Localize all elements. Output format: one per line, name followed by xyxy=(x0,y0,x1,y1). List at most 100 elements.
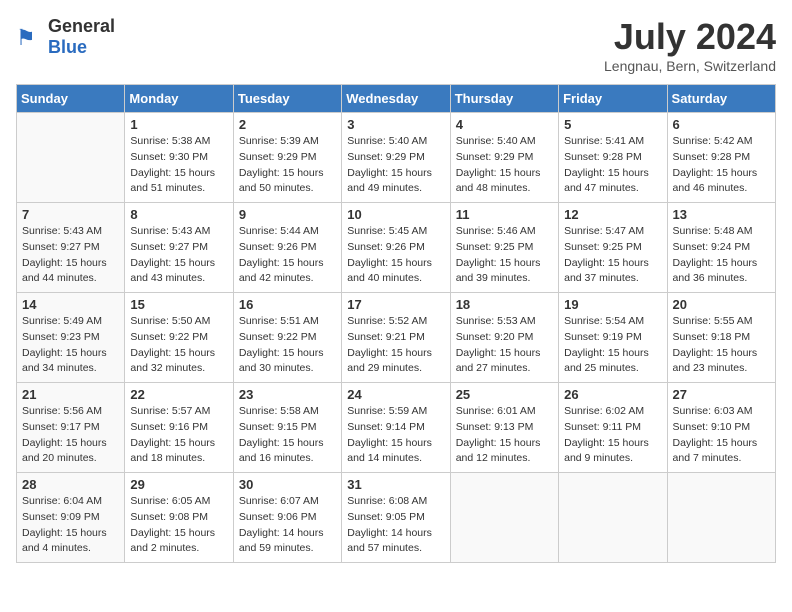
day-number: 1 xyxy=(130,117,227,132)
day-number: 12 xyxy=(564,207,661,222)
day-of-week-header: Tuesday xyxy=(233,85,341,113)
day-info: Sunrise: 5:48 AM Sunset: 9:24 PM Dayligh… xyxy=(673,224,770,287)
day-info: Sunrise: 5:49 AM Sunset: 9:23 PM Dayligh… xyxy=(22,314,119,377)
svg-text:⚑: ⚑ xyxy=(16,25,36,50)
day-info: Sunrise: 5:52 AM Sunset: 9:21 PM Dayligh… xyxy=(347,314,444,377)
day-number: 9 xyxy=(239,207,336,222)
day-number: 2 xyxy=(239,117,336,132)
day-number: 5 xyxy=(564,117,661,132)
day-info: Sunrise: 5:53 AM Sunset: 9:20 PM Dayligh… xyxy=(456,314,553,377)
day-of-week-header: Thursday xyxy=(450,85,558,113)
day-of-week-header: Wednesday xyxy=(342,85,450,113)
day-info: Sunrise: 6:08 AM Sunset: 9:05 PM Dayligh… xyxy=(347,494,444,557)
logo-icon: ⚑ xyxy=(16,23,44,51)
day-info: Sunrise: 5:56 AM Sunset: 9:17 PM Dayligh… xyxy=(22,404,119,467)
calendar-cell: 30 Sunrise: 6:07 AM Sunset: 9:06 PM Dayli… xyxy=(233,473,341,563)
calendar-cell: 10Sunrise: 5:45 AM Sunset: 9:26 PM Dayli… xyxy=(342,203,450,293)
calendar-week-row: 28 Sunrise: 6:04 AM Sunset: 9:09 PM Dayli… xyxy=(17,473,776,563)
calendar-cell: 27 Sunrise: 6:03 AM Sunset: 9:10 PM Dayli… xyxy=(667,383,775,473)
day-number: 15 xyxy=(130,297,227,312)
calendar-cell xyxy=(450,473,558,563)
day-info: Sunrise: 5:50 AM Sunset: 9:22 PM Dayligh… xyxy=(130,314,227,377)
calendar-cell: 12 Sunrise: 5:47 AM Sunset: 9:25 PM Dayli… xyxy=(559,203,667,293)
calendar-cell: 15 Sunrise: 5:50 AM Sunset: 9:22 PM Dayli… xyxy=(125,293,233,383)
day-number: 4 xyxy=(456,117,553,132)
day-number: 7 xyxy=(22,207,119,222)
calendar-cell: 17 Sunrise: 5:52 AM Sunset: 9:21 PM Dayli… xyxy=(342,293,450,383)
month-year-title: July 2024 xyxy=(604,16,776,58)
day-number: 31 xyxy=(347,477,444,492)
day-number: 18 xyxy=(456,297,553,312)
calendar-cell: 11 Sunrise: 5:46 AM Sunset: 9:25 PM Dayli… xyxy=(450,203,558,293)
calendar-cell: 4 Sunrise: 5:40 AM Sunset: 9:29 PM Daylig… xyxy=(450,113,558,203)
day-info: Sunrise: 5:40 AM Sunset: 9:29 PM Dayligh… xyxy=(347,134,444,197)
calendar-cell: 21 Sunrise: 5:56 AM Sunset: 9:17 PM Dayli… xyxy=(17,383,125,473)
calendar-cell: 19Sunrise: 5:54 AM Sunset: 9:19 PM Dayli… xyxy=(559,293,667,383)
calendar-cell: 20Sunrise: 5:55 AM Sunset: 9:18 PM Dayli… xyxy=(667,293,775,383)
calendar-week-row: 1 Sunrise: 5:38 AM Sunset: 9:30 PM Daylig… xyxy=(17,113,776,203)
day-info: Sunrise: 5:38 AM Sunset: 9:30 PM Dayligh… xyxy=(130,134,227,197)
calendar-cell: 18 Sunrise: 5:53 AM Sunset: 9:20 PM Dayli… xyxy=(450,293,558,383)
logo-text-general: General xyxy=(48,16,115,36)
day-info: Sunrise: 5:58 AM Sunset: 9:15 PM Dayligh… xyxy=(239,404,336,467)
day-info: Sunrise: 5:44 AM Sunset: 9:26 PM Dayligh… xyxy=(239,224,336,287)
calendar-cell: 8 Sunrise: 5:43 AM Sunset: 9:27 PM Daylig… xyxy=(125,203,233,293)
calendar-cell: 25 Sunrise: 6:01 AM Sunset: 9:13 PM Dayli… xyxy=(450,383,558,473)
day-number: 11 xyxy=(456,207,553,222)
day-info: Sunrise: 5:43 AM Sunset: 9:27 PM Dayligh… xyxy=(130,224,227,287)
day-info: Sunrise: 6:07 AM Sunset: 9:06 PM Dayligh… xyxy=(239,494,336,557)
day-info: Sunrise: 5:46 AM Sunset: 9:25 PM Dayligh… xyxy=(456,224,553,287)
calendar-cell: 14Sunrise: 5:49 AM Sunset: 9:23 PM Dayli… xyxy=(17,293,125,383)
day-number: 28 xyxy=(22,477,119,492)
calendar-cell xyxy=(667,473,775,563)
day-number: 21 xyxy=(22,387,119,402)
day-of-week-header: Sunday xyxy=(17,85,125,113)
calendar-table: SundayMondayTuesdayWednesdayThursdayFrid… xyxy=(16,84,776,563)
calendar-header-row: SundayMondayTuesdayWednesdayThursdayFrid… xyxy=(17,85,776,113)
calendar-week-row: 14Sunrise: 5:49 AM Sunset: 9:23 PM Dayli… xyxy=(17,293,776,383)
day-number: 27 xyxy=(673,387,770,402)
day-info: Sunrise: 6:01 AM Sunset: 9:13 PM Dayligh… xyxy=(456,404,553,467)
calendar-cell: 13 Sunrise: 5:48 AM Sunset: 9:24 PM Dayli… xyxy=(667,203,775,293)
day-number: 13 xyxy=(673,207,770,222)
day-info: Sunrise: 5:51 AM Sunset: 9:22 PM Dayligh… xyxy=(239,314,336,377)
calendar-cell: 16 Sunrise: 5:51 AM Sunset: 9:22 PM Dayli… xyxy=(233,293,341,383)
day-info: Sunrise: 5:43 AM Sunset: 9:27 PM Dayligh… xyxy=(22,224,119,287)
day-number: 6 xyxy=(673,117,770,132)
day-number: 8 xyxy=(130,207,227,222)
page-header: ⚑ General Blue July 2024 Lengnau, Bern, … xyxy=(16,16,776,74)
logo-text-blue: Blue xyxy=(48,37,87,57)
day-info: Sunrise: 5:41 AM Sunset: 9:28 PM Dayligh… xyxy=(564,134,661,197)
day-info: Sunrise: 6:05 AM Sunset: 9:08 PM Dayligh… xyxy=(130,494,227,557)
day-number: 30 xyxy=(239,477,336,492)
calendar-cell: 5 Sunrise: 5:41 AM Sunset: 9:28 PM Daylig… xyxy=(559,113,667,203)
calendar-cell xyxy=(17,113,125,203)
day-info: Sunrise: 5:55 AM Sunset: 9:18 PM Dayligh… xyxy=(673,314,770,377)
day-number: 25 xyxy=(456,387,553,402)
day-info: Sunrise: 5:42 AM Sunset: 9:28 PM Dayligh… xyxy=(673,134,770,197)
calendar-cell: 29Sunrise: 6:05 AM Sunset: 9:08 PM Dayli… xyxy=(125,473,233,563)
day-number: 16 xyxy=(239,297,336,312)
calendar-cell xyxy=(559,473,667,563)
calendar-cell: 31 Sunrise: 6:08 AM Sunset: 9:05 PM Dayli… xyxy=(342,473,450,563)
day-info: Sunrise: 6:04 AM Sunset: 9:09 PM Dayligh… xyxy=(22,494,119,557)
day-info: Sunrise: 5:40 AM Sunset: 9:29 PM Dayligh… xyxy=(456,134,553,197)
calendar-cell: 3 Sunrise: 5:40 AM Sunset: 9:29 PM Daylig… xyxy=(342,113,450,203)
day-number: 3 xyxy=(347,117,444,132)
calendar-cell: 22Sunrise: 5:57 AM Sunset: 9:16 PM Dayli… xyxy=(125,383,233,473)
calendar-cell: 7 Sunrise: 5:43 AM Sunset: 9:27 PM Daylig… xyxy=(17,203,125,293)
day-info: Sunrise: 5:57 AM Sunset: 9:16 PM Dayligh… xyxy=(130,404,227,467)
calendar-cell: 28 Sunrise: 6:04 AM Sunset: 9:09 PM Dayli… xyxy=(17,473,125,563)
day-info: Sunrise: 6:03 AM Sunset: 9:10 PM Dayligh… xyxy=(673,404,770,467)
calendar-week-row: 7 Sunrise: 5:43 AM Sunset: 9:27 PM Daylig… xyxy=(17,203,776,293)
day-info: Sunrise: 5:47 AM Sunset: 9:25 PM Dayligh… xyxy=(564,224,661,287)
day-info: Sunrise: 6:02 AM Sunset: 9:11 PM Dayligh… xyxy=(564,404,661,467)
day-number: 26 xyxy=(564,387,661,402)
day-number: 17 xyxy=(347,297,444,312)
day-number: 19 xyxy=(564,297,661,312)
day-number: 10 xyxy=(347,207,444,222)
location-text: Lengnau, Bern, Switzerland xyxy=(604,58,776,74)
calendar-cell: 9 Sunrise: 5:44 AM Sunset: 9:26 PM Daylig… xyxy=(233,203,341,293)
day-of-week-header: Saturday xyxy=(667,85,775,113)
day-number: 23 xyxy=(239,387,336,402)
